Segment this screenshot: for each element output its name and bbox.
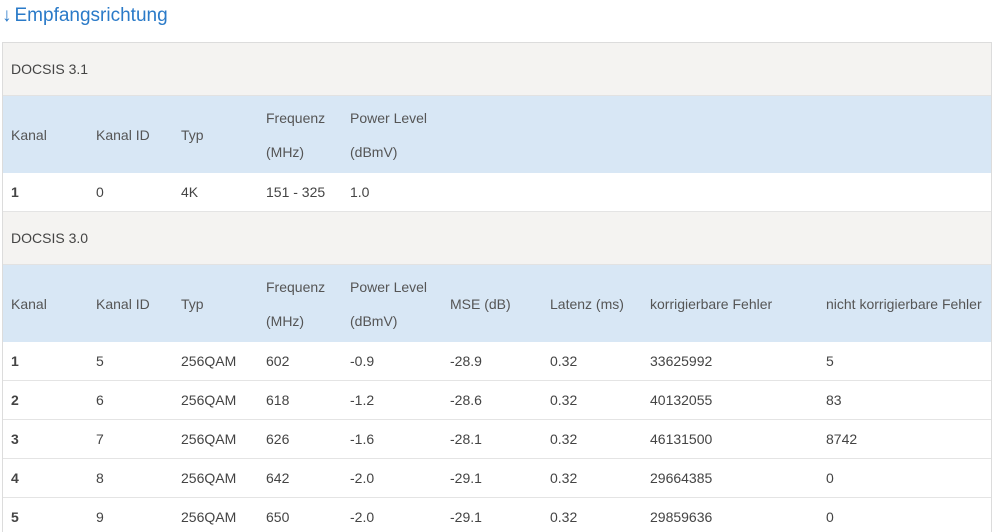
cell-power: -2.0 — [350, 509, 375, 525]
arrow-down-icon: ↓ — [2, 5, 12, 26]
cell-typ: 256QAM — [181, 470, 237, 486]
cell-nicht-korrigierbare-fehler: 5 — [826, 353, 834, 369]
cell-power: -1.2 — [350, 392, 375, 408]
docsis30-title: DOCSIS 3.0 — [3, 212, 991, 265]
cell-typ: 256QAM — [181, 431, 237, 447]
cell-kanal: 1 — [11, 353, 19, 369]
cell-frequenz: 151 - 325 — [266, 184, 326, 200]
header-power-level: Power Level (dBmV) — [342, 270, 442, 338]
cell-typ: 256QAM — [181, 353, 237, 369]
cell-kanal: 4 — [11, 470, 19, 486]
docsis31-header-row: Kanal Kanal ID Typ Frequenz (MHz) Power … — [3, 96, 991, 173]
cell-nicht-korrigierbare-fehler: 8742 — [826, 431, 858, 447]
cell-latenz: 0.32 — [550, 392, 578, 408]
cell-latenz: 0.32 — [550, 431, 578, 447]
cell-kanal-id: 7 — [96, 431, 104, 447]
channel-table-panel: DOCSIS 3.1 Kanal Kanal ID Typ Frequenz (… — [2, 42, 992, 532]
cell-mse: -28.6 — [450, 392, 482, 408]
docsis31-title: DOCSIS 3.1 — [3, 43, 991, 96]
cell-mse: -28.9 — [450, 353, 482, 369]
header-frequenz-unit: (MHz) — [266, 312, 305, 329]
cell-typ: 256QAM — [181, 392, 237, 408]
table-row: 1 5 256QAM 602 -0.9 -28.9 0.32 33625992 … — [3, 342, 991, 381]
cell-power: -0.9 — [350, 353, 375, 369]
docsis30-header-row: Kanal Kanal ID Typ Frequenz (MHz) Power … — [3, 265, 991, 342]
cell-power: 1.0 — [350, 184, 370, 200]
cell-korrigierbare-fehler: 29664385 — [650, 470, 713, 486]
header-nicht-korrigierbare-fehler: nicht korrigierbare Fehler — [826, 295, 982, 312]
header-power-label: Power Level — [350, 278, 428, 295]
table-row: 5 9 256QAM 650 -2.0 -29.1 0.32 29859636 … — [3, 498, 991, 532]
header-mse: MSE (dB) — [450, 295, 511, 312]
cell-frequenz: 650 — [266, 509, 290, 525]
cell-power: -2.0 — [350, 470, 375, 486]
cell-nicht-korrigierbare-fehler: 0 — [826, 470, 834, 486]
section-title: Empfangsrichtung — [14, 5, 168, 26]
header-typ: Typ — [181, 126, 204, 143]
cell-typ: 4K — [181, 184, 199, 200]
header-kanal: Kanal — [11, 295, 47, 312]
cell-korrigierbare-fehler: 46131500 — [650, 431, 713, 447]
header-korrigierbare-fehler: korrigierbare Fehler — [650, 295, 773, 312]
cell-latenz: 0.32 — [550, 509, 578, 525]
table-row: 1 0 4K 151 - 325 1.0 — [3, 173, 991, 212]
cell-frequenz: 602 — [266, 353, 290, 369]
cell-typ: 256QAM — [181, 509, 237, 525]
table-row: 3 7 256QAM 626 -1.6 -28.1 0.32 46131500 … — [3, 420, 991, 459]
header-frequenz-label: Frequenz — [266, 278, 326, 295]
page: ↓ Empfangsrichtung DOCSIS 3.1 Kanal Kana… — [0, 0, 999, 532]
cell-kanal: 5 — [11, 509, 19, 525]
empfangsrichtung-toggle[interactable]: ↓ Empfangsrichtung — [2, 4, 168, 28]
cell-kanal-id: 5 — [96, 353, 104, 369]
table-row: 2 6 256QAM 618 -1.2 -28.6 0.32 40132055 … — [3, 381, 991, 420]
cell-kanal: 3 — [11, 431, 19, 447]
cell-latenz: 0.32 — [550, 470, 578, 486]
header-power-label: Power Level — [350, 109, 428, 126]
cell-kanal: 1 — [11, 184, 19, 200]
header-typ: Typ — [181, 295, 204, 312]
cell-kanal-id: 6 — [96, 392, 104, 408]
header-latenz: Latenz (ms) — [550, 295, 624, 312]
header-frequenz-unit: (MHz) — [266, 143, 305, 160]
header-kanal-id: Kanal ID — [96, 295, 150, 312]
cell-kanal-id: 9 — [96, 509, 104, 525]
cell-kanal: 2 — [11, 392, 19, 408]
cell-mse: -29.1 — [450, 470, 482, 486]
header-power-level: Power Level (dBmV) — [342, 101, 442, 169]
header-power-unit: (dBmV) — [350, 312, 398, 329]
cell-nicht-korrigierbare-fehler: 83 — [826, 392, 842, 408]
header-power-unit: (dBmV) — [350, 143, 398, 160]
header-frequenz-label: Frequenz — [266, 109, 326, 126]
cell-frequenz: 626 — [266, 431, 290, 447]
cell-frequenz: 642 — [266, 470, 290, 486]
cell-nicht-korrigierbare-fehler: 0 — [826, 509, 834, 525]
cell-power: -1.6 — [350, 431, 375, 447]
table-row: 4 8 256QAM 642 -2.0 -29.1 0.32 29664385 … — [3, 459, 991, 498]
header-kanal: Kanal — [11, 126, 47, 143]
cell-frequenz: 618 — [266, 392, 290, 408]
cell-mse: -29.1 — [450, 509, 482, 525]
header-kanal-id: Kanal ID — [96, 126, 150, 143]
cell-mse: -28.1 — [450, 431, 482, 447]
header-frequenz: Frequenz (MHz) — [258, 101, 342, 169]
cell-korrigierbare-fehler: 33625992 — [650, 353, 713, 369]
cell-korrigierbare-fehler: 29859636 — [650, 509, 713, 525]
cell-kanal-id: 8 — [96, 470, 104, 486]
cell-latenz: 0.32 — [550, 353, 578, 369]
cell-kanal-id: 0 — [96, 184, 104, 200]
cell-korrigierbare-fehler: 40132055 — [650, 392, 713, 408]
header-frequenz: Frequenz (MHz) — [258, 270, 342, 338]
